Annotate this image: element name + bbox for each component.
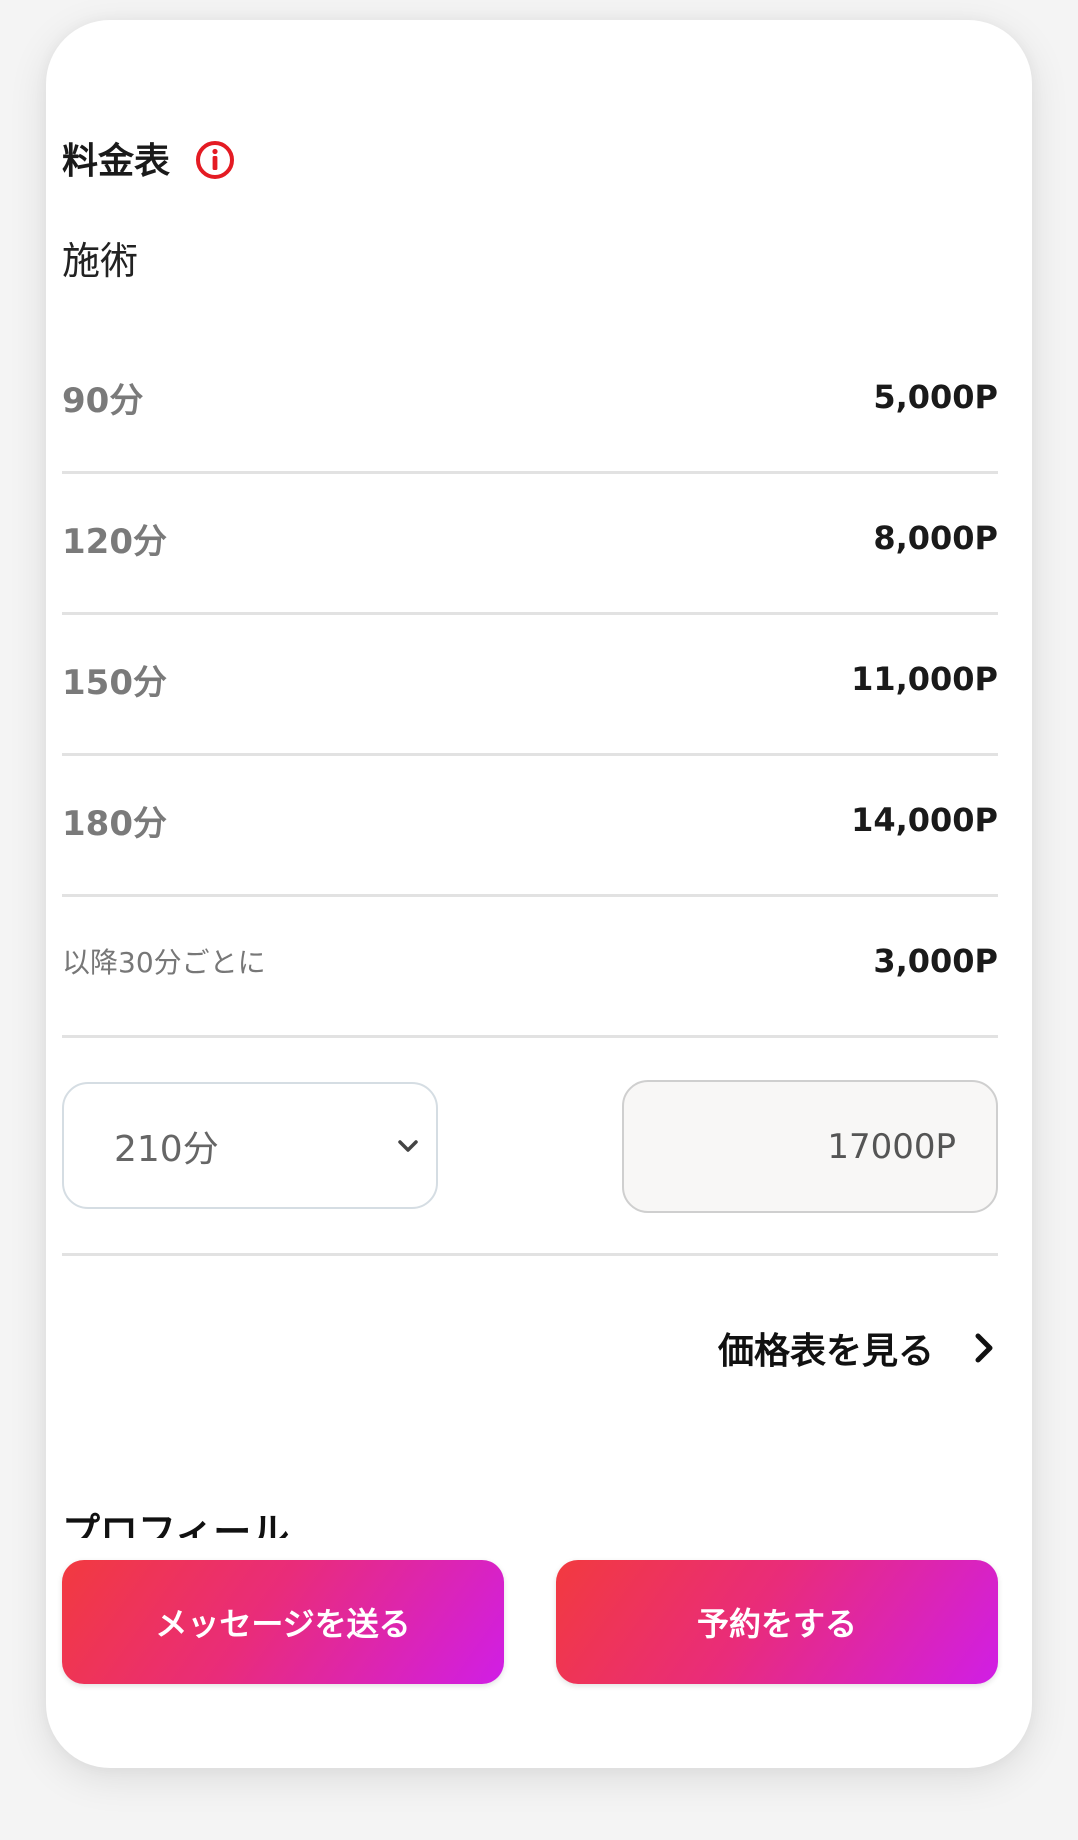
action-bar: メッセージを送る 予約をする xyxy=(62,1560,998,1684)
price-row: 150分 11,000P xyxy=(62,615,998,756)
price-row-duration: 以降30分ごとに xyxy=(62,946,266,979)
duration-select-value: 210分 xyxy=(114,1128,219,1170)
reserve-button[interactable]: 予約をする xyxy=(556,1560,998,1684)
chevron-down-icon xyxy=(398,1139,418,1152)
price-list: 90分 5,000P 120分 8,000P 150分 11,000P 180分… xyxy=(62,333,998,1038)
price-row-value: 5,000P xyxy=(873,378,998,416)
price-row-extension: 以降30分ごとに 3,000P xyxy=(62,897,998,1038)
price-row: 90分 5,000P xyxy=(62,333,998,474)
profile-section-title: プロフィール xyxy=(62,1510,290,1538)
price-row-duration: 120分 xyxy=(62,521,167,562)
view-price-table-link[interactable]: 価格表を見る xyxy=(718,1322,998,1374)
info-icon[interactable] xyxy=(194,139,236,181)
content-card: 料金表 施術 90分 5,000P 120分 8,000P 150分 11,00… xyxy=(46,20,1032,1768)
price-row-duration: 150分 xyxy=(62,662,167,703)
price-row-value: 8,000P xyxy=(873,519,998,557)
total-price-field: 17000P xyxy=(622,1080,998,1213)
card-inner: 料金表 施術 90分 5,000P 120分 8,000P 150分 11,00… xyxy=(62,20,998,1768)
chevron-right-icon xyxy=(975,1333,993,1363)
total-price-value: 17000P xyxy=(827,1126,956,1167)
price-row: 120分 8,000P xyxy=(62,474,998,615)
price-row-duration: 90分 xyxy=(62,380,144,421)
price-row-duration: 180分 xyxy=(62,803,167,844)
view-price-table-label: 価格表を見る xyxy=(717,1331,934,1372)
price-row-value: 11,000P xyxy=(851,660,998,698)
divider xyxy=(62,1253,998,1256)
price-calculator: 210分 17000P xyxy=(62,1080,998,1213)
send-message-button[interactable]: メッセージを送る xyxy=(62,1560,504,1684)
price-row: 180分 14,000P xyxy=(62,756,998,897)
pricing-header: 料金表 xyxy=(62,132,236,184)
treatment-subtitle: 施術 xyxy=(62,239,139,283)
price-row-value: 3,000P xyxy=(873,942,998,980)
duration-select[interactable]: 210分 xyxy=(62,1082,438,1209)
pricing-title: 料金表 xyxy=(62,141,171,182)
price-row-value: 14,000P xyxy=(851,801,998,839)
